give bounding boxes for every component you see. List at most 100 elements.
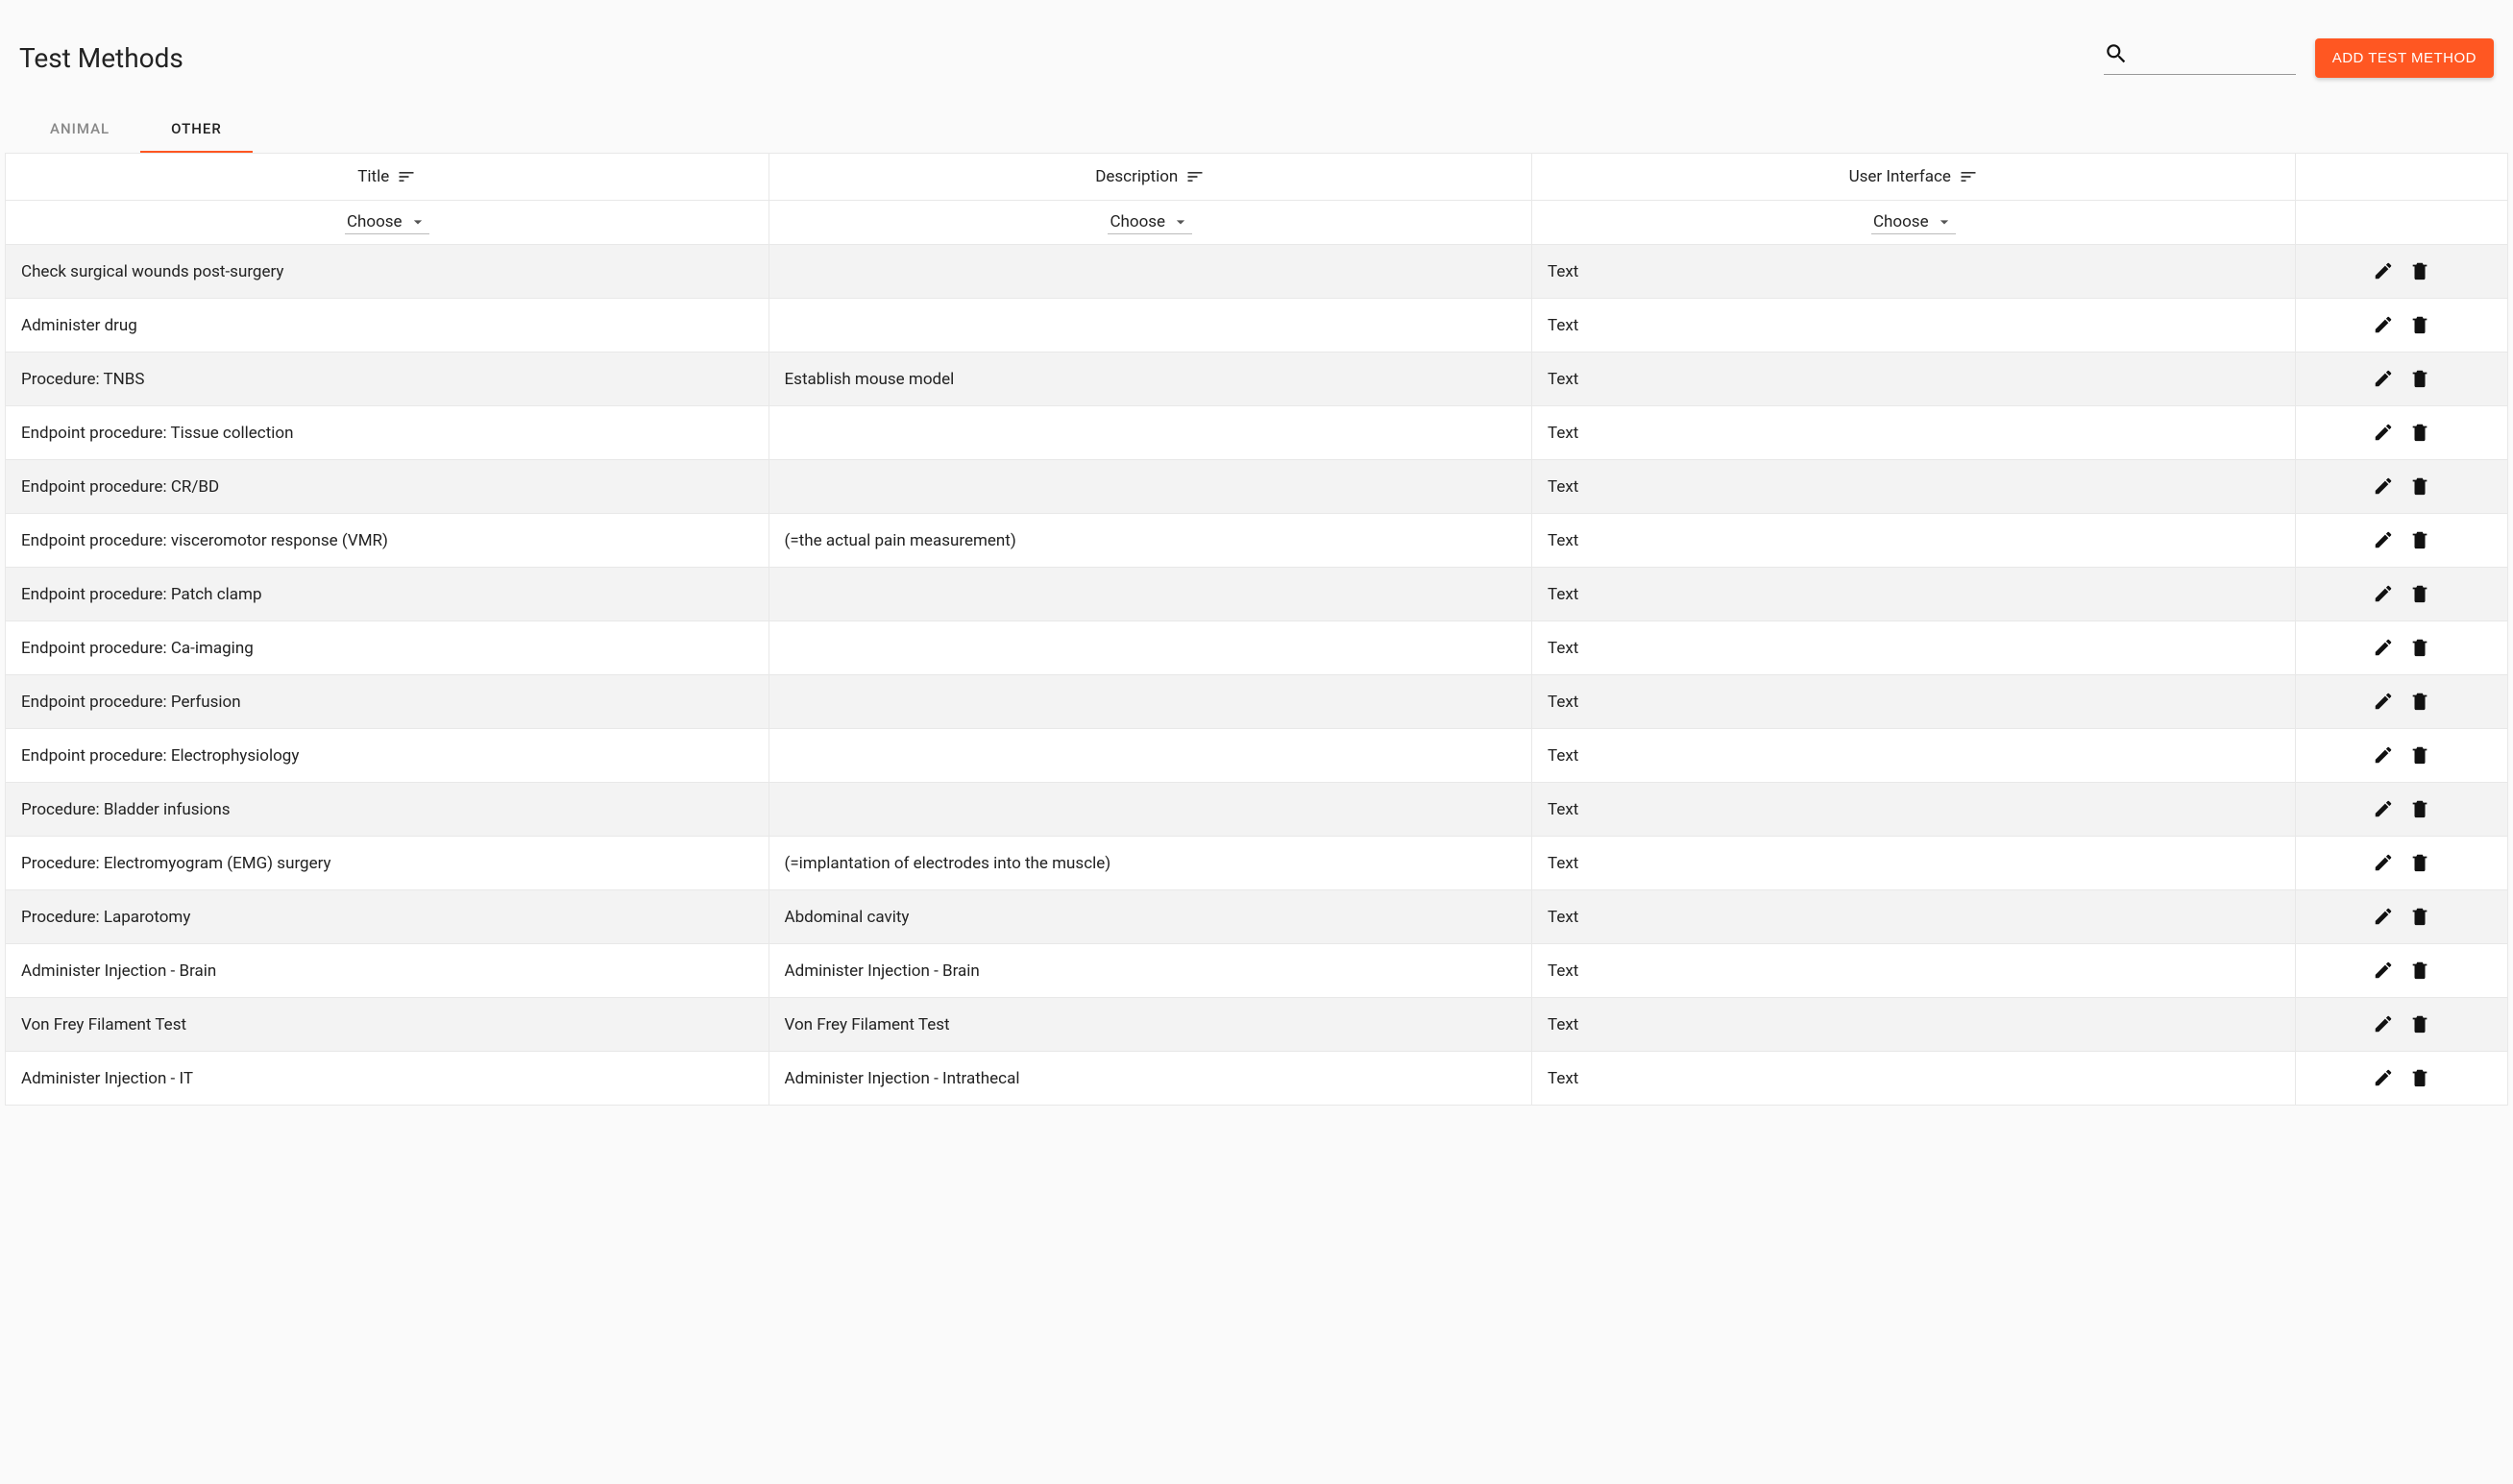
cell-user-interface: Text — [1532, 998, 2296, 1052]
filter-description-choose[interactable]: Choose — [1108, 210, 1192, 234]
delete-button[interactable] — [2405, 256, 2434, 285]
filter-label: Choose — [1110, 212, 1165, 231]
edit-button[interactable] — [2369, 525, 2398, 554]
cell-actions — [2295, 729, 2507, 783]
edit-button[interactable] — [2369, 956, 2398, 985]
cell-description: Establish mouse model — [769, 353, 1532, 406]
edit-button[interactable] — [2369, 848, 2398, 877]
cell-user-interface: Text — [1532, 299, 2296, 353]
filter-ui-choose[interactable]: Choose — [1871, 210, 1956, 234]
table-row: Administer Injection - BrainAdminister I… — [6, 944, 2508, 998]
filter-label: Choose — [347, 212, 403, 231]
filter-title-choose[interactable]: Choose — [345, 210, 429, 234]
cell-description — [769, 675, 1532, 729]
delete-button[interactable] — [2405, 848, 2434, 877]
edit-button[interactable] — [2369, 364, 2398, 393]
tab-other[interactable]: OTHER — [140, 107, 253, 153]
cell-description: (=the actual pain measurement) — [769, 514, 1532, 568]
edit-button[interactable] — [2369, 310, 2398, 339]
cell-description: Abdominal cavity — [769, 890, 1532, 944]
delete-button[interactable] — [2405, 525, 2434, 554]
delete-button[interactable] — [2405, 1063, 2434, 1092]
cell-actions — [2295, 783, 2507, 837]
cell-title: Endpoint procedure: Perfusion — [6, 675, 769, 729]
edit-button[interactable] — [2369, 418, 2398, 447]
cell-actions — [2295, 1052, 2507, 1106]
tab-animal[interactable]: ANIMAL — [19, 107, 140, 153]
edit-button[interactable] — [2369, 1063, 2398, 1092]
cell-user-interface: Text — [1532, 621, 2296, 675]
delete-button[interactable] — [2405, 633, 2434, 662]
cell-actions — [2295, 245, 2507, 299]
edit-button[interactable] — [2369, 902, 2398, 931]
filter-label: Choose — [1873, 212, 1929, 231]
edit-button[interactable] — [2369, 687, 2398, 716]
table-row: Procedure: LaparotomyAbdominal cavityTex… — [6, 890, 2508, 944]
search-icon — [2104, 41, 2129, 70]
cell-title: Administer Injection - IT — [6, 1052, 769, 1106]
table-row: Endpoint procedure: ElectrophysiologyTex… — [6, 729, 2508, 783]
cell-description: (=implantation of electrodes into the mu… — [769, 837, 1532, 890]
cell-description — [769, 568, 1532, 621]
chevron-down-icon — [408, 212, 427, 231]
cell-actions — [2295, 406, 2507, 460]
edit-button[interactable] — [2369, 741, 2398, 769]
cell-actions — [2295, 837, 2507, 890]
cell-title: Administer drug — [6, 299, 769, 353]
cell-title: Procedure: TNBS — [6, 353, 769, 406]
cell-user-interface: Text — [1532, 944, 2296, 998]
delete-button[interactable] — [2405, 741, 2434, 769]
cell-actions — [2295, 890, 2507, 944]
edit-button[interactable] — [2369, 794, 2398, 823]
delete-button[interactable] — [2405, 794, 2434, 823]
cell-user-interface: Text — [1532, 1052, 2296, 1106]
column-header-title-label: Title — [357, 167, 389, 186]
sort-icon — [397, 167, 416, 186]
edit-button[interactable] — [2369, 256, 2398, 285]
cell-title: Endpoint procedure: Ca-imaging — [6, 621, 769, 675]
add-test-method-button[interactable]: ADD TEST METHOD — [2315, 38, 2494, 78]
column-header-ui-label: User Interface — [1849, 167, 1951, 186]
edit-button[interactable] — [2369, 579, 2398, 608]
table-row: Endpoint procedure: CR/BDText — [6, 460, 2508, 514]
cell-actions — [2295, 514, 2507, 568]
cell-actions — [2295, 460, 2507, 514]
search-field[interactable] — [2104, 41, 2296, 75]
cell-actions — [2295, 998, 2507, 1052]
cell-title: Check surgical wounds post-surgery — [6, 245, 769, 299]
cell-user-interface: Text — [1532, 568, 2296, 621]
cell-title: Procedure: Electromyogram (EMG) surgery — [6, 837, 769, 890]
delete-button[interactable] — [2405, 310, 2434, 339]
edit-button[interactable] — [2369, 633, 2398, 662]
search-input[interactable] — [2135, 53, 2296, 70]
delete-button[interactable] — [2405, 418, 2434, 447]
delete-button[interactable] — [2405, 579, 2434, 608]
delete-button[interactable] — [2405, 902, 2434, 931]
column-header-description-label: Description — [1095, 167, 1178, 186]
cell-description — [769, 783, 1532, 837]
column-header-title[interactable]: Title — [6, 154, 769, 201]
cell-description — [769, 299, 1532, 353]
delete-button[interactable] — [2405, 1010, 2434, 1038]
delete-button[interactable] — [2405, 364, 2434, 393]
column-header-description[interactable]: Description — [769, 154, 1532, 201]
cell-description — [769, 406, 1532, 460]
delete-button[interactable] — [2405, 472, 2434, 500]
cell-actions — [2295, 675, 2507, 729]
delete-button[interactable] — [2405, 687, 2434, 716]
delete-button[interactable] — [2405, 956, 2434, 985]
cell-title: Endpoint procedure: CR/BD — [6, 460, 769, 514]
column-header-user-interface[interactable]: User Interface — [1532, 154, 2296, 201]
cell-description — [769, 245, 1532, 299]
edit-button[interactable] — [2369, 472, 2398, 500]
cell-user-interface: Text — [1532, 837, 2296, 890]
edit-button[interactable] — [2369, 1010, 2398, 1038]
cell-description — [769, 460, 1532, 514]
cell-actions — [2295, 944, 2507, 998]
table-row: Procedure: TNBSEstablish mouse modelText — [6, 353, 2508, 406]
cell-title: Administer Injection - Brain — [6, 944, 769, 998]
table-row: Procedure: Bladder infusionsText — [6, 783, 2508, 837]
cell-title: Endpoint procedure: visceromotor respons… — [6, 514, 769, 568]
sort-icon — [1185, 167, 1205, 186]
cell-title: Procedure: Laparotomy — [6, 890, 769, 944]
